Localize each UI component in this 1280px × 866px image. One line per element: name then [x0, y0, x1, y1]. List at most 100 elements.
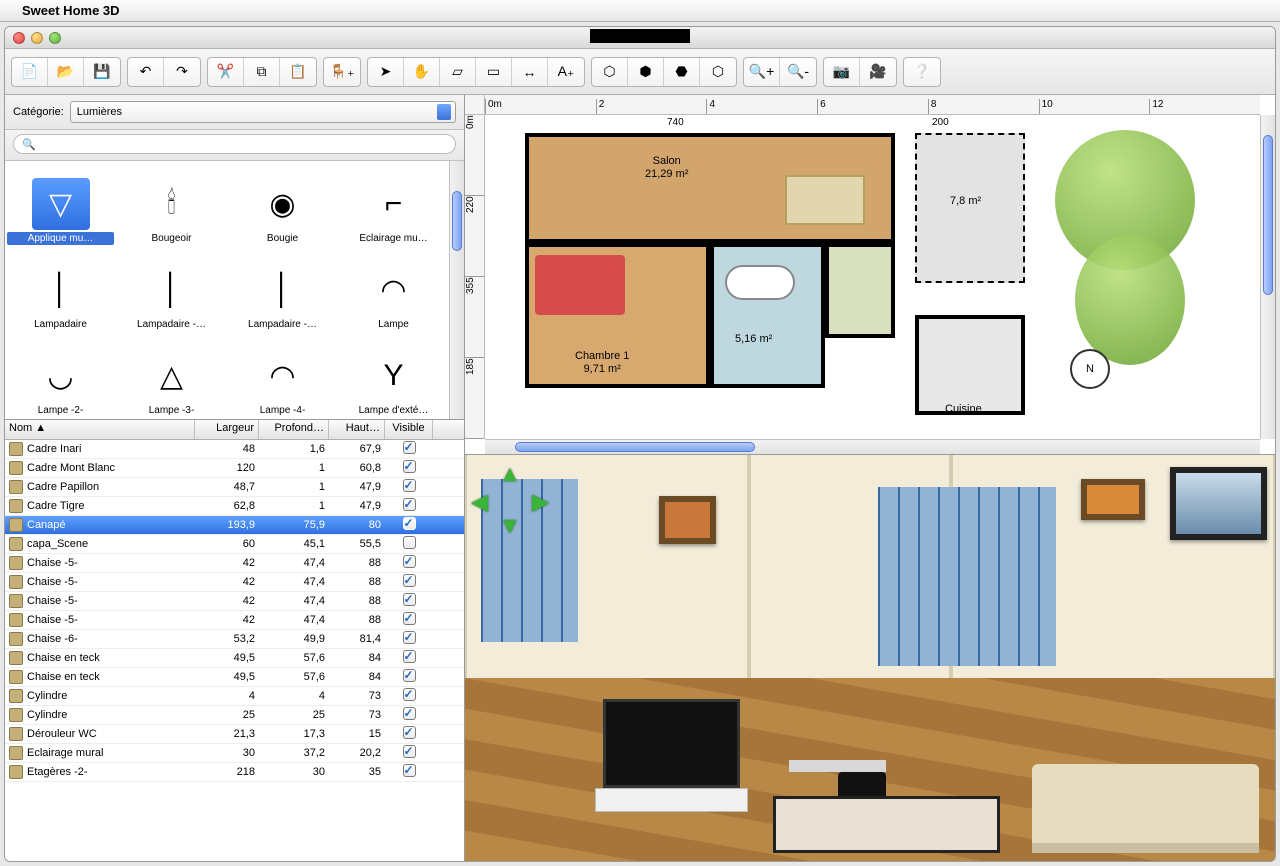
room-wc[interactable] [825, 243, 895, 338]
cell-visible[interactable] [385, 631, 433, 647]
paste-button[interactable]: 📋 [280, 58, 316, 86]
visible-checkbox[interactable] [403, 441, 416, 454]
redo-button[interactable]: ↷ [164, 58, 200, 86]
cell-visible[interactable] [385, 688, 433, 704]
table-row[interactable]: Cylindre252573 [5, 706, 464, 725]
tree-icon[interactable] [1075, 235, 1185, 365]
category-select[interactable]: Lumières [70, 101, 456, 123]
visible-checkbox[interactable] [403, 479, 416, 492]
visible-checkbox[interactable] [403, 726, 416, 739]
visible-checkbox[interactable] [403, 650, 416, 663]
visible-checkbox[interactable] [403, 631, 416, 644]
create-dimensions-button[interactable]: ↔ [512, 58, 548, 86]
cell-visible[interactable] [385, 726, 433, 742]
catalog-scrollbar[interactable] [449, 161, 464, 419]
col-visible-header[interactable]: Visible [385, 420, 433, 439]
table-row[interactable]: capa_Scene6045,155,5 [5, 535, 464, 554]
catalog-item[interactable]: │Lampadaire -… [227, 247, 338, 333]
app-title[interactable]: Sweet Home 3D [22, 3, 120, 18]
visible-checkbox[interactable] [403, 688, 416, 701]
visible-checkbox[interactable] [403, 555, 416, 568]
create-photo-button[interactable]: 📷 [824, 58, 860, 86]
table-row[interactable]: Dérouleur WC21,317,315 [5, 725, 464, 744]
plan-horizontal-scrollbar[interactable] [485, 439, 1260, 454]
nav-right-button[interactable]: ▶ [532, 489, 549, 515]
create-video-button[interactable]: 🎥 [860, 58, 896, 86]
cell-visible[interactable] [385, 517, 433, 533]
table-row[interactable]: Cylindre4473 [5, 687, 464, 706]
table-row[interactable]: Chaise -5-4247,488 [5, 554, 464, 573]
plan-vertical-scrollbar[interactable] [1260, 115, 1275, 439]
table-row[interactable]: Cadre Inari481,667,9 [5, 440, 464, 459]
zoom-out-button[interactable]: 🔍- [780, 58, 816, 86]
visible-checkbox[interactable] [403, 669, 416, 682]
visible-checkbox[interactable] [403, 517, 416, 530]
furniture-table-body[interactable]: Cadre Inari481,667,9Cadre Mont Blanc1201… [5, 440, 464, 861]
nav-down-button[interactable]: ▼ [499, 513, 521, 539]
view-3d[interactable]: ▲ ▼ ◀ ▶ [465, 455, 1275, 861]
visible-checkbox[interactable] [403, 460, 416, 473]
pan-tool-button[interactable]: ✋ [404, 58, 440, 86]
table-row[interactable]: Chaise -5-4247,488 [5, 573, 464, 592]
visible-checkbox[interactable] [403, 612, 416, 625]
help-button[interactable]: ❔ [904, 58, 940, 86]
catalog-item[interactable]: │Lampadaire -… [116, 247, 227, 333]
undo-button[interactable]: ↶ [128, 58, 164, 86]
table-row[interactable]: Cadre Papillon48,7147,9 [5, 478, 464, 497]
col-depth-header[interactable]: Profond… [259, 420, 329, 439]
search-input[interactable]: 🔍 [13, 134, 456, 154]
visible-checkbox[interactable] [403, 745, 416, 758]
visible-checkbox[interactable] [403, 536, 416, 549]
select-tool-button[interactable]: ➤ [368, 58, 404, 86]
catalog-scroll[interactable]: ▽Applique mu…🕯Bougeoir◉Bougie⌐Eclairage … [5, 161, 449, 419]
col-width-header[interactable]: Largeur [195, 420, 259, 439]
scrollbar-thumb[interactable] [1263, 135, 1273, 295]
cell-visible[interactable] [385, 593, 433, 609]
rug-furniture[interactable] [785, 175, 865, 225]
view-top-button[interactable]: ⬡ [592, 58, 628, 86]
cell-visible[interactable] [385, 764, 433, 780]
create-text-button[interactable]: A₊ [548, 58, 584, 86]
modify-3d-button[interactable]: ⬣ [664, 58, 700, 86]
plan-canvas[interactable]: 740 200 Salon21,29 m² Chambre 19,71 m² [485, 115, 1260, 439]
table-row[interactable]: Eclairage mural3037,220,2 [5, 744, 464, 763]
catalog-item[interactable]: │Lampadaire [5, 247, 116, 333]
visible-checkbox[interactable] [403, 707, 416, 720]
table-row[interactable]: Chaise en teck49,557,684 [5, 649, 464, 668]
table-row[interactable]: Cadre Tigre62,8147,9 [5, 497, 464, 516]
table-row[interactable]: Chaise -5-4247,488 [5, 592, 464, 611]
open-button[interactable]: 📂 [48, 58, 84, 86]
copy-button[interactable]: ⧉ [244, 58, 280, 86]
visible-checkbox[interactable] [403, 498, 416, 511]
cell-visible[interactable] [385, 555, 433, 571]
window-titlebar[interactable] [5, 27, 1275, 49]
nav-left-button[interactable]: ◀ [471, 489, 488, 515]
bed-furniture[interactable] [535, 255, 625, 315]
catalog-item[interactable]: ◠Lampe -4- [227, 333, 338, 419]
catalog-item[interactable]: ⌐Eclairage mu… [338, 161, 449, 247]
new-button[interactable]: 📄 [12, 58, 48, 86]
table-row[interactable]: Chaise -6-53,249,981,4 [5, 630, 464, 649]
cell-visible[interactable] [385, 460, 433, 476]
col-height-header[interactable]: Haut… [329, 420, 385, 439]
zoom-in-button[interactable]: 🔍+ [744, 58, 780, 86]
catalog-item[interactable]: △Lampe -3- [116, 333, 227, 419]
cell-visible[interactable] [385, 650, 433, 666]
table-row[interactable]: Chaise en teck49,557,684 [5, 668, 464, 687]
add-furniture-button[interactable]: 🪑₊ [324, 58, 360, 86]
nav-up-button[interactable]: ▲ [499, 461, 521, 487]
catalog-item[interactable]: ◠Lampe [338, 247, 449, 333]
compass-icon[interactable]: N [1070, 349, 1110, 389]
create-walls-button[interactable]: ▱ [440, 58, 476, 86]
cell-visible[interactable] [385, 536, 433, 552]
catalog-item[interactable]: ◉Bougie [227, 161, 338, 247]
cell-visible[interactable] [385, 707, 433, 723]
catalog-item[interactable]: 🕯Bougeoir [116, 161, 227, 247]
catalog-item[interactable]: ▽Applique mu… [5, 161, 116, 247]
cell-visible[interactable] [385, 669, 433, 685]
visible-checkbox[interactable] [403, 764, 416, 777]
cell-visible[interactable] [385, 574, 433, 590]
catalog-item[interactable]: YLampe d'exté… [338, 333, 449, 419]
table-row[interactable]: Cadre Mont Blanc120160,8 [5, 459, 464, 478]
bathtub-furniture[interactable] [725, 265, 795, 300]
